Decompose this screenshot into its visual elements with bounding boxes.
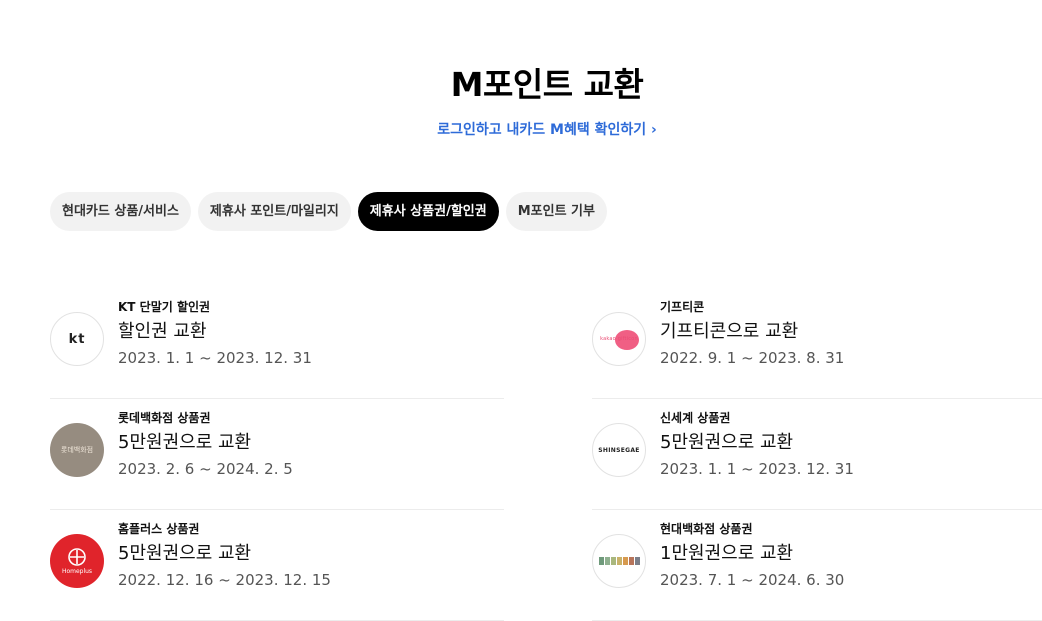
hyundai-dept-logo-icon xyxy=(598,557,640,565)
voucher-list-right: kakao gifticon 기프티콘 기프티콘으로 교환 2022. 9. 1… xyxy=(592,288,1042,621)
list-item[interactable]: Homeplus 홈플러스 상품권 5만원권으로 교환 2022. 12. 16… xyxy=(50,510,504,621)
item-period: 2022. 9. 1 ~ 2023. 8. 31 xyxy=(660,349,845,367)
list-item[interactable]: kakao gifticon 기프티콘 기프티콘으로 교환 2022. 9. 1… xyxy=(592,288,1042,399)
homeplus-logo-text: Homeplus xyxy=(61,568,93,575)
kt-logo-text: kt xyxy=(68,331,86,347)
list-item[interactable]: 현대백화점 상품권 1만원권으로 교환 2023. 7. 1 ~ 2024. 6… xyxy=(592,510,1042,621)
item-period: 2023. 1. 1 ~ 2023. 12. 31 xyxy=(660,460,854,478)
login-link[interactable]: 로그인하고 내카드 M혜택 확인하기 › xyxy=(0,119,1042,139)
lotte-logo: 롯데백화점 xyxy=(50,423,104,477)
page-title: M포인트 교환 xyxy=(450,65,644,104)
item-category: 현대백화점 상품권 xyxy=(660,522,753,536)
item-period: 2023. 2. 6 ~ 2024. 2. 5 xyxy=(118,460,293,478)
tab-partner-vouchers[interactable]: 제휴사 상품권/할인권 xyxy=(357,192,499,231)
shinsegae-logo: SHINSEGAE xyxy=(592,423,646,477)
item-category: 홈플러스 상품권 xyxy=(118,522,200,536)
shinsegae-logo-text: SHINSEGAE xyxy=(598,446,640,454)
homeplus-icon xyxy=(68,548,86,566)
kt-logo: kt xyxy=(50,312,104,366)
gifticon-logo-text: kakao gifticon xyxy=(600,336,638,342)
item-period: 2022. 12. 16 ~ 2023. 12. 15 xyxy=(118,571,331,589)
item-title: 기프티콘으로 교환 xyxy=(660,321,799,342)
item-period: 2023. 1. 1 ~ 2023. 12. 31 xyxy=(118,349,312,367)
item-category: 신세계 상품권 xyxy=(660,411,731,425)
gifticon-logo: kakao gifticon xyxy=(592,312,646,366)
tab-mpoint-donation[interactable]: M포인트 기부 xyxy=(505,192,607,231)
tab-hyundaicard-products[interactable]: 현대카드 상품/서비스 xyxy=(50,192,191,231)
item-category: 기프티콘 xyxy=(660,300,705,314)
item-period: 2023. 7. 1 ~ 2024. 6. 30 xyxy=(660,571,845,589)
list-item[interactable]: kt KT 단말기 할인권 할인권 교환 2023. 1. 1 ~ 2023. … xyxy=(50,288,504,399)
item-title: 5만원권으로 교환 xyxy=(118,543,252,564)
item-title: 1만원권으로 교환 xyxy=(660,543,794,564)
list-item[interactable]: 롯데백화점 롯데백화점 상품권 5만원권으로 교환 2023. 2. 6 ~ 2… xyxy=(50,399,504,510)
item-category: KT 단말기 할인권 xyxy=(118,300,211,314)
lotte-logo-text: 롯데백화점 xyxy=(60,446,94,454)
item-title: 5만원권으로 교환 xyxy=(118,432,252,453)
voucher-list-left: kt KT 단말기 할인권 할인권 교환 2023. 1. 1 ~ 2023. … xyxy=(50,288,504,621)
homeplus-logo: Homeplus xyxy=(50,534,104,588)
hyundai-dept-logo xyxy=(592,534,646,588)
item-title: 5만원권으로 교환 xyxy=(660,432,794,453)
item-title: 할인권 교환 xyxy=(118,321,207,342)
tab-partner-points[interactable]: 제휴사 포인트/마일리지 xyxy=(197,192,351,231)
category-tabs: 현대카드 상품/서비스 제휴사 포인트/마일리지 제휴사 상품권/할인권 M포인… xyxy=(50,192,607,231)
list-item[interactable]: SHINSEGAE 신세계 상품권 5만원권으로 교환 2023. 1. 1 ~… xyxy=(592,399,1042,510)
item-category: 롯데백화점 상품권 xyxy=(118,411,211,425)
